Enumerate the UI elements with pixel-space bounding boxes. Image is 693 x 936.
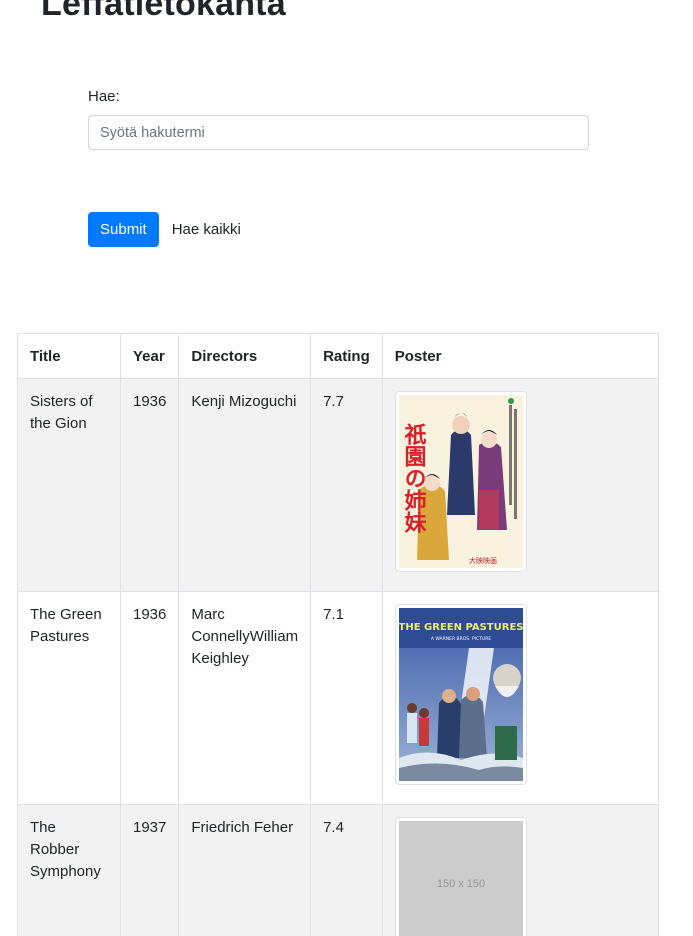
page-title: Leffatietokanta	[41, 0, 286, 23]
cell-poster: 150 x 150	[381, 804, 660, 936]
cell-year: 1937	[119, 804, 180, 936]
table-header: Title Year Directors Rating Poster	[17, 333, 660, 379]
poster-image: 祇園の姉妹 大映映画	[398, 395, 523, 568]
poster-placeholder-text: 150 x 150	[437, 878, 485, 890]
cell-directors: Friedrich Feher	[178, 804, 312, 936]
poster-placeholder-image: 150 x 150	[398, 821, 523, 936]
poster-image: THE GREEN PASTURES A WARNER BROS. PICTUR…	[398, 608, 523, 781]
page: Leffatietokanta Hae: Submit Hae kaikki T…	[0, 0, 693, 936]
table-row: Sisters of the Gion 1936 Kenji Mizoguchi…	[17, 378, 660, 592]
submit-button[interactable]: Submit	[88, 212, 159, 247]
header-title: Title	[17, 333, 121, 379]
cell-year: 1936	[119, 591, 180, 805]
cell-title: The Robber Symphony	[17, 804, 121, 936]
poster-footer-text: 大映映画	[469, 556, 497, 565]
search-form: Hae:	[88, 88, 589, 150]
header-row: Title Year Directors Rating Poster	[17, 333, 660, 379]
cell-poster: THE GREEN PASTURES A WARNER BROS. PICTUR…	[381, 591, 660, 805]
header-poster: Poster	[381, 333, 660, 379]
cell-rating: 7.4	[310, 804, 383, 936]
poster-thumbnail: 祇園の姉妹 大映映画	[394, 391, 527, 572]
cell-rating: 7.7	[310, 378, 383, 592]
header-year: Year	[119, 333, 180, 379]
header-rating: Rating	[310, 333, 383, 379]
poster-thumbnail: 150 x 150	[394, 817, 527, 936]
cell-directors: Marc ConnellyWilliam Keighley	[178, 591, 312, 805]
search-label: Hae:	[88, 88, 120, 105]
cell-rating: 7.1	[310, 591, 383, 805]
poster-thumbnail: THE GREEN PASTURES A WARNER BROS. PICTUR…	[394, 604, 527, 785]
cell-title: The Green Pastures	[17, 591, 121, 805]
cell-directors: Kenji Mizoguchi	[178, 378, 312, 592]
cell-title: Sisters of the Gion	[17, 378, 121, 592]
actions: Submit Hae kaikki	[88, 212, 241, 247]
header-directors: Directors	[178, 333, 312, 379]
search-all-link[interactable]: Hae kaikki	[172, 221, 241, 238]
cell-poster: 祇園の姉妹 大映映画	[381, 378, 660, 592]
table-row: The Robber Symphony 1937 Friedrich Feher…	[17, 804, 660, 936]
table-body: Sisters of the Gion 1936 Kenji Mizoguchi…	[17, 378, 660, 936]
movies-table: Title Year Directors Rating Poster Siste…	[17, 333, 660, 936]
poster-subtitle-text: A WARNER BROS. PICTURE	[431, 636, 492, 642]
search-input[interactable]	[88, 115, 589, 150]
cell-year: 1936	[119, 378, 180, 592]
poster-title-text: THE GREEN PASTURES	[399, 622, 523, 633]
table-row: The Green Pastures 1936 Marc ConnellyWil…	[17, 591, 660, 805]
poster-title-text: 祇園の姉妹	[400, 422, 427, 534]
